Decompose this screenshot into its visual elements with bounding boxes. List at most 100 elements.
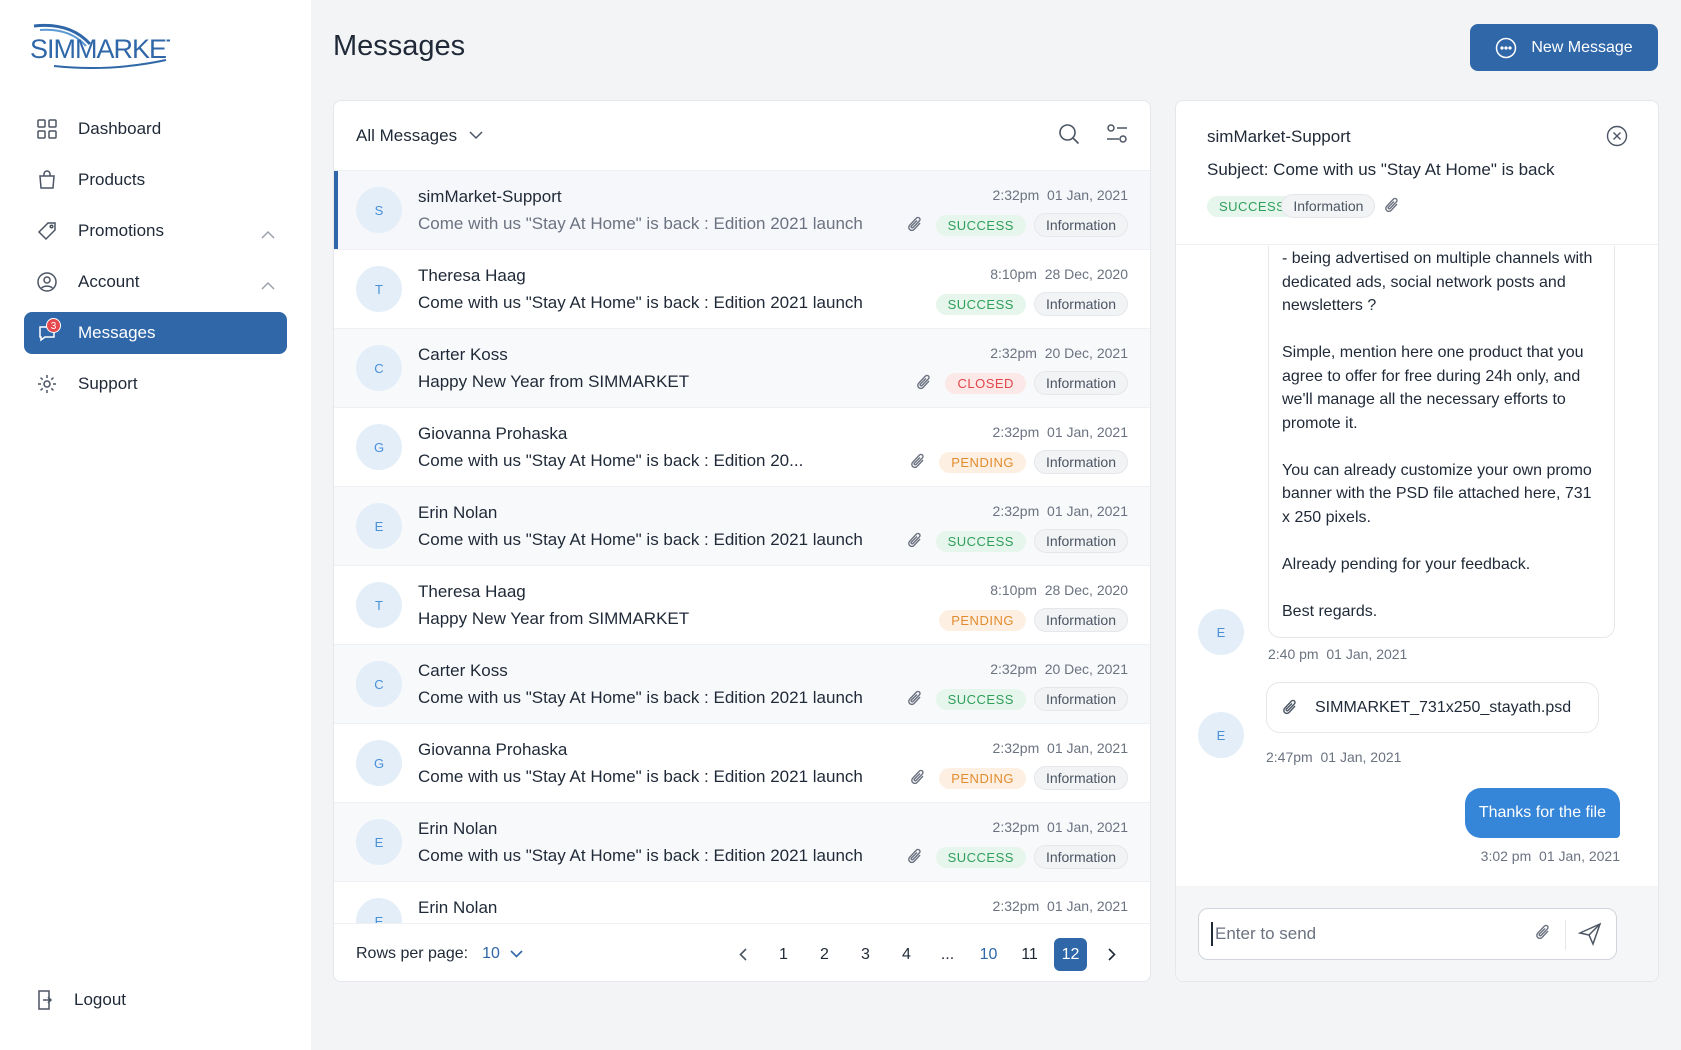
page-button[interactable]: 12: [1054, 938, 1087, 971]
message-list-header: All Messages: [334, 101, 1150, 171]
pagination-bar: Rows per page: 10 1 2 3 4... 10 11 12: [334, 923, 1150, 981]
paperclip-icon[interactable]: [1383, 196, 1401, 216]
category-badge: Information: [1033, 608, 1128, 632]
message-row[interactable]: C Carter Koss Happy New Year from SIMMARKE…: [334, 329, 1150, 408]
file-attachment-bubble[interactable]: SIMMARKET_731x250_stayath.psd: [1266, 682, 1599, 733]
category-badge: Information: [1033, 845, 1128, 869]
search-icon[interactable]: [1058, 123, 1080, 145]
sender-name: Giovanna Prohaska: [418, 740, 568, 759]
message-timestamp: 2:32pm 01 Jan, 2021: [993, 740, 1128, 756]
next-page-button[interactable]: [1095, 938, 1128, 971]
page-button[interactable]: 2: [808, 938, 841, 971]
message-timestamp: 2:32pm 01 Jan, 2021: [993, 503, 1128, 519]
page-button[interactable]: 4: [890, 938, 923, 971]
close-icon[interactable]: [1606, 125, 1628, 147]
message-timestamp: 2:32pm 01 Jan, 2021: [993, 819, 1128, 835]
paperclip-icon: [909, 452, 927, 472]
paperclip-icon: [906, 531, 924, 551]
chevron-up-icon[interactable]: [261, 224, 275, 244]
message-row[interactable]: G Giovanna Prohaska Come with us "Stay At …: [334, 408, 1150, 487]
attach-file-icon[interactable]: [1534, 923, 1552, 943]
message-timestamp: 8:10pm 28 Dec, 2020: [990, 266, 1128, 282]
chat-thread: - being advertised on multiple channels …: [1176, 246, 1658, 886]
status-badge: SUCCESS: [935, 293, 1026, 315]
prev-page-button[interactable]: [726, 938, 759, 971]
new-message-button[interactable]: New Message: [1470, 24, 1658, 71]
sender-name: Carter Koss: [418, 661, 508, 680]
message-row[interactable]: E Erin Nolan 2:32pm 01 Jan, 2021: [334, 882, 1150, 923]
filter-label: All Messages: [356, 125, 458, 145]
sidebar-item-dashboard[interactable]: Dashboard: [24, 108, 287, 150]
sidebar-item-account[interactable]: Account: [24, 261, 287, 303]
logout-button[interactable]: Logout: [36, 990, 126, 1010]
message-time: 2:32pm: [992, 187, 1040, 203]
page-button[interactable]: 11: [1013, 938, 1046, 971]
message-row[interactable]: G Giovanna Prohaska Come with us "Stay At …: [334, 724, 1150, 803]
chevron-up-icon[interactable]: [261, 275, 275, 295]
message-time: 8:10pm: [990, 266, 1037, 282]
message-row[interactable]: SsimMarket-Support Come with us "Stay At …: [334, 171, 1150, 250]
message-row[interactable]: E Erin Nolan Come with us "Stay At Home" i…: [334, 803, 1150, 882]
message-row[interactable]: T Theresa Haag Happy New Year from SIMMARK…: [334, 566, 1150, 645]
incoming-message-bubble: - being advertised on multiple channels …: [1268, 246, 1615, 638]
message-tags: SUCCESS Information: [906, 529, 1128, 553]
message-subject: Come with us "Stay At Home" is back : Ed…: [418, 767, 863, 786]
status-badge: CLOSED: [945, 372, 1026, 394]
message-timestamp: 8:10pm 28 Dec, 2020: [990, 582, 1128, 598]
detail-header: simMarket-Support Subject: Come with us …: [1176, 101, 1658, 245]
message-subject: Happy New Year from SIMMARKET: [418, 609, 690, 628]
send-icon[interactable]: [1578, 922, 1602, 946]
filter-settings-icon[interactable]: [1106, 123, 1128, 145]
page-button[interactable]: 10: [972, 938, 1005, 971]
sidebar-item-products[interactable]: Products: [24, 159, 287, 201]
sidebar-item-messages[interactable]: 3 Messages: [24, 312, 287, 354]
sidebar-nav: Dashboard Products Promotions Account 3 …: [24, 108, 287, 414]
message-tags: CLOSED Information: [915, 371, 1128, 395]
message-timestamp: 2:32pm 20 Dec, 2021: [990, 661, 1128, 677]
message-time: 2:32pm: [990, 661, 1037, 677]
status-badge: SUCCESS: [935, 688, 1026, 710]
detail-tags: SUCCESS Information: [1207, 194, 1405, 218]
message-paragraph: Best regards.: [1282, 602, 1378, 620]
avatar: E: [356, 503, 402, 549]
page-ellipsis[interactable]: ...: [931, 938, 964, 971]
simmarket-logo[interactable]: SIMMARKET: [30, 22, 170, 72]
avatar: E: [356, 819, 402, 865]
message-subject: Come with us "Stay At Home" is back : Ed…: [418, 530, 863, 549]
logout-label: Logout: [74, 990, 126, 1009]
paperclip-icon: [906, 689, 924, 709]
message-row[interactable]: C Carter Koss Come with us "Stay At Home" …: [334, 645, 1150, 724]
sidebar-item-promotions[interactable]: Promotions: [24, 210, 287, 252]
sidebar-item-support[interactable]: Support: [24, 363, 287, 405]
message-time: 3:02 pm: [1480, 848, 1532, 864]
category-badge: Information: [1033, 687, 1128, 711]
rows-per-page-select[interactable]: 10: [482, 945, 523, 963]
incoming-message-meta: 2:40 pm 01 Jan, 2021: [1268, 646, 1407, 662]
message-date: 28 Dec, 2020: [1044, 266, 1128, 282]
message-row[interactable]: T Theresa Haag Come with us "Stay At Home"…: [334, 250, 1150, 329]
category-badge: Information: [1033, 766, 1128, 790]
avatar: G: [356, 740, 402, 786]
subject-label: Subject:: [1207, 160, 1269, 179]
message-time: 2:32pm: [990, 345, 1037, 361]
detail-subject: Subject: Come with us "Stay At Home" is …: [1207, 160, 1555, 180]
outgoing-message-bubble: Thanks for the file: [1464, 788, 1620, 838]
message-row[interactable]: E Erin Nolan Come with us "Stay At Home" i…: [334, 487, 1150, 566]
message-tags: PENDING Information: [909, 450, 1128, 474]
message-filter-dropdown[interactable]: All Messages: [356, 126, 483, 146]
sidebar: SIMMARKET Dashboard Products Promotions: [0, 0, 311, 1050]
tag-icon: [36, 220, 58, 242]
message-date: 01 Jan, 2021: [1326, 646, 1408, 662]
sidebar-item-label: Account: [78, 272, 140, 291]
page-button[interactable]: 1: [767, 938, 800, 971]
divider: [1565, 920, 1566, 950]
message-paragraph: You can already customize your own promo…: [1282, 461, 1592, 526]
sidebar-item-label: Products: [78, 170, 146, 189]
message-input[interactable]: [1211, 922, 1531, 946]
message-time: 2:32pm: [992, 503, 1040, 519]
page-button[interactable]: 3: [849, 938, 882, 971]
outgoing-message-meta: 3:02 pm 01 Jan, 2021: [1481, 848, 1620, 864]
logout-icon: [36, 990, 54, 1010]
avatar: T: [356, 266, 402, 312]
avatar: S: [356, 187, 402, 233]
